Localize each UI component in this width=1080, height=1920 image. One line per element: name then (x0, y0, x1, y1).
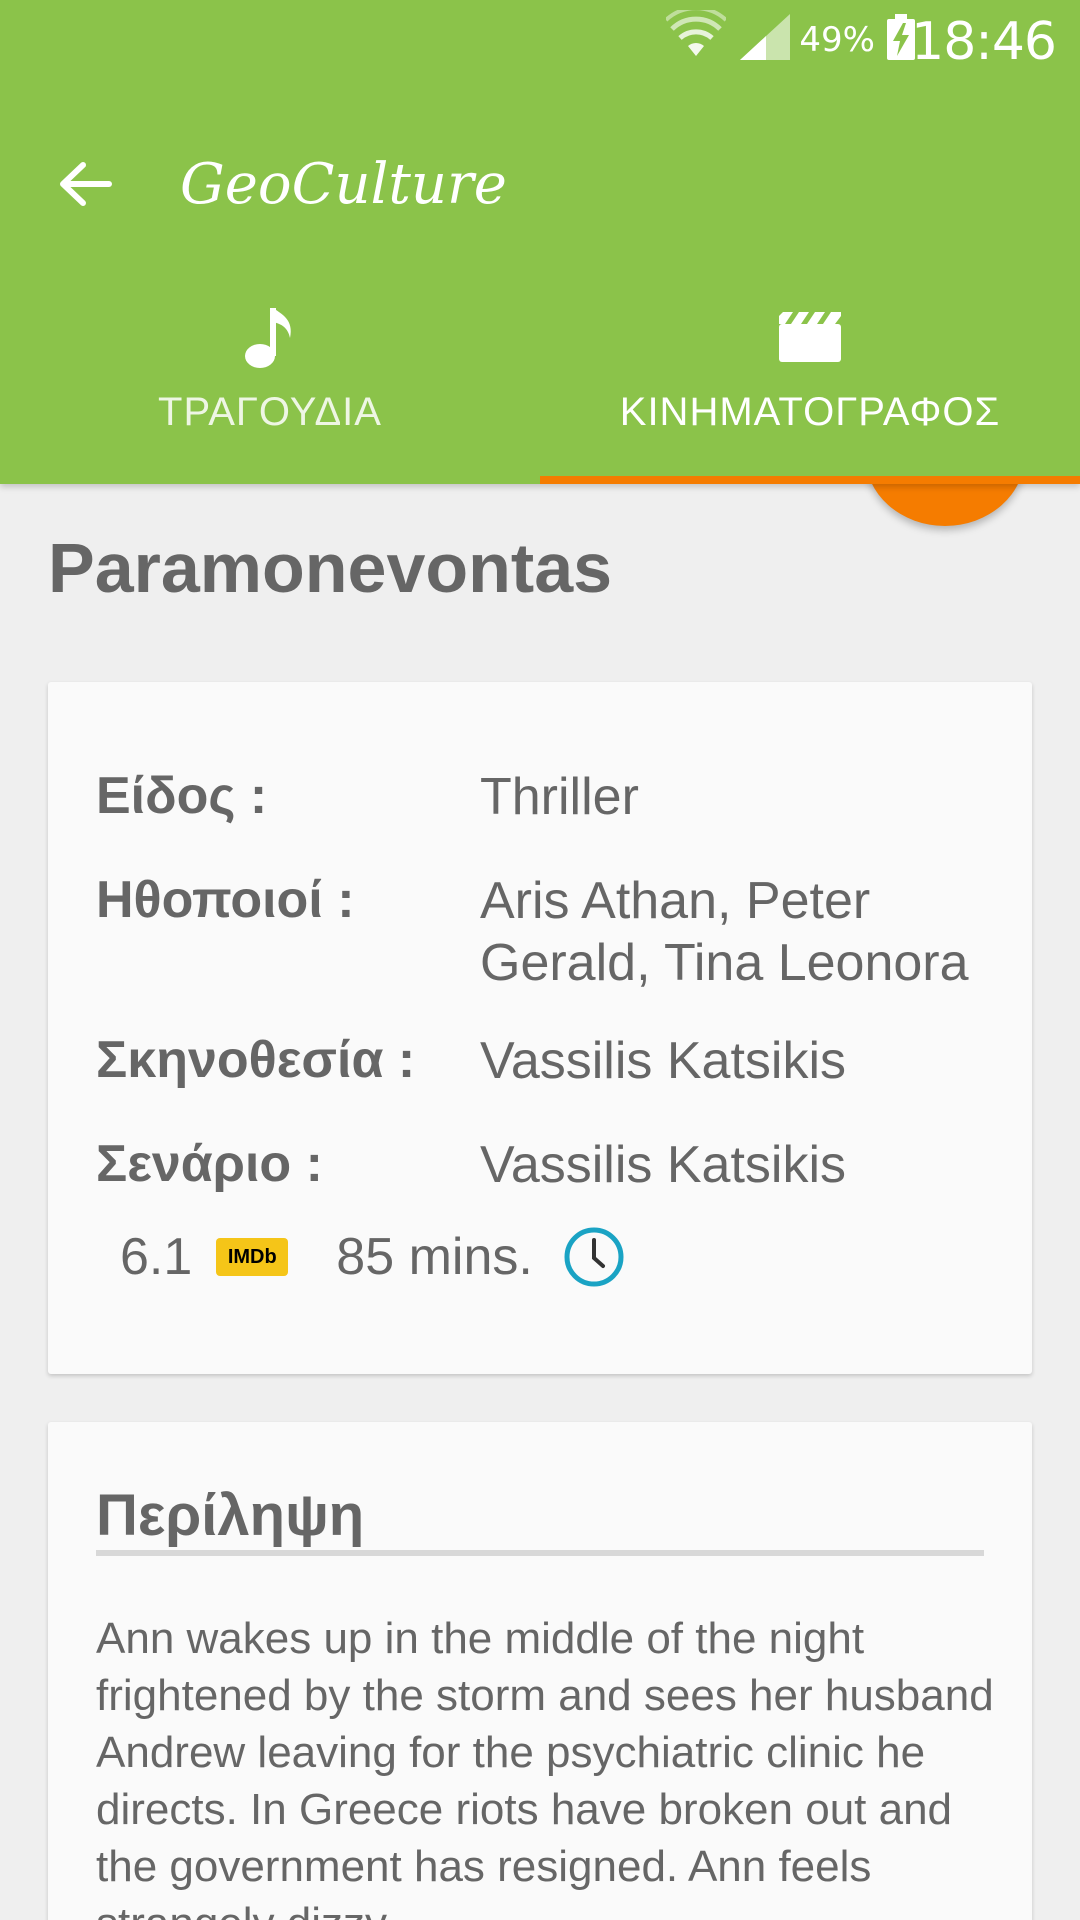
movie-title: Paramonevontas (48, 529, 613, 607)
signal-icon (740, 14, 790, 60)
selected-tab-indicator (540, 476, 1080, 484)
summary-divider (96, 1550, 984, 1556)
toolbar: GeoCulture (0, 110, 1080, 260)
clock-icon (564, 1227, 624, 1287)
tab-cinema[interactable]: ΚΙΝΗΜΑΤΟΓΡΑΦΟΣ (540, 280, 1080, 484)
summary-title: Περίληψη (96, 1483, 365, 1548)
rating-row: 6.1 IMDb 85 mins. (120, 1222, 625, 1292)
battery-percent: 49% (799, 20, 875, 60)
back-button[interactable] (40, 144, 130, 224)
imdb-logo: IMDb (216, 1238, 289, 1276)
screenplay-label: Σενάριο : (96, 1135, 323, 1193)
app-title: GeoCulture (180, 152, 507, 217)
app-bar: 49% 18:46 GeoCulture ΤΡΑΓΟΥΔΙΑ ΚΙΝΗΜΑΤΟΓ… (0, 0, 1080, 484)
genre-value: Thriller (480, 768, 639, 826)
duration: 85 mins. (336, 1228, 533, 1286)
arrow-back-icon (60, 162, 112, 206)
imdb-rating: 6.1 (120, 1228, 193, 1286)
tab-cinema-label: ΚΙΝΗΜΑΤΟΓΡΑΦΟΣ (619, 390, 1001, 434)
tab-songs[interactable]: ΤΡΑΓΟΥΔΙΑ (0, 280, 540, 484)
director-value: Vassilis Katsikis (480, 1032, 847, 1090)
summary-text: Ann wakes up in the middle of the night … (96, 1614, 994, 1920)
movie-clapper-icon (775, 302, 845, 372)
actors-label: Ηθοποιοί : (96, 871, 355, 929)
screenplay-value: Vassilis Katsikis (480, 1136, 847, 1194)
summary-card: Περίληψη Ann wakes up in the middle of t… (48, 1422, 1032, 1920)
music-note-icon (235, 302, 305, 372)
movie-info-card: Είδος : Thriller Ηθοποιοί : Aris Athan, … (48, 682, 1032, 1374)
tab-bar: ΤΡΑΓΟΥΔΙΑ ΚΙΝΗΜΑΤΟΓΡΑΦΟΣ (0, 280, 1080, 484)
genre-label: Είδος : (96, 767, 268, 825)
actors-value: Aris Athan, Peter Gerald, Tina Leonora (480, 872, 969, 992)
tab-songs-label: ΤΡΑΓΟΥΔΙΑ (158, 390, 382, 434)
director-label: Σκηνοθεσία : (96, 1031, 416, 1089)
status-bar: 49% 18:46 (0, 0, 1080, 75)
wifi-icon (666, 10, 726, 56)
status-time: 18:46 (911, 12, 1057, 72)
